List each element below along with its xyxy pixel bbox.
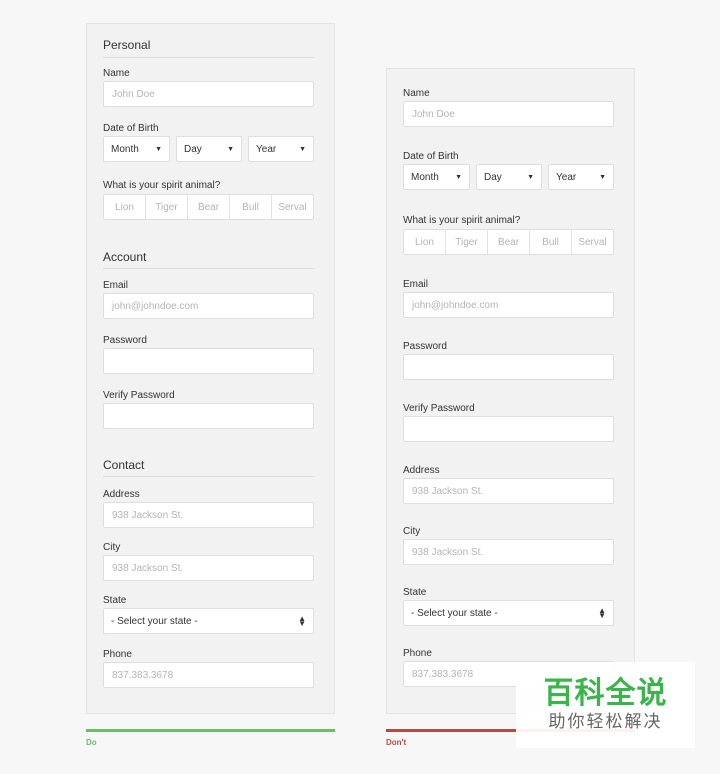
phone-label: Phone	[403, 648, 432, 659]
spirit-option-bull[interactable]: Bull	[530, 230, 572, 254]
up-down-arrows-icon: ▲ ▼	[298, 614, 306, 628]
address-input[interactable]: 938 Jackson St.	[103, 502, 314, 528]
spirit-animal-label: What is your spirit animal?	[403, 215, 521, 226]
state-select[interactable]: - Select your state - ▲ ▼	[403, 600, 614, 626]
email-input[interactable]: john@johndoe.com	[403, 292, 614, 318]
year-select[interactable]: Year ▼	[548, 164, 614, 190]
watermark-logo: 百科全说 助你轻松解决	[516, 662, 695, 748]
spirit-option-bear[interactable]: Bear	[488, 230, 530, 254]
address-input[interactable]: 938 Jackson St.	[403, 478, 614, 504]
section-title-personal: Personal	[103, 38, 151, 52]
phone-input[interactable]: 837.383.3678	[103, 662, 314, 688]
city-label: City	[103, 542, 121, 553]
do-caption: Do	[86, 738, 97, 747]
watermark-logo-text: 百科全说	[543, 677, 668, 710]
name-input[interactable]: John Doe	[403, 101, 614, 127]
section-title-account: Account	[103, 250, 147, 264]
verify-password-label: Verify Password	[103, 390, 175, 401]
caret-down-icon: ▼	[599, 173, 606, 181]
dob-label: Date of Birth	[103, 123, 159, 134]
caret-down-icon: ▼	[527, 173, 534, 181]
section-divider	[103, 476, 314, 477]
state-select-value: - Select your state -	[411, 607, 498, 619]
name-label: Name	[103, 68, 130, 79]
month-select[interactable]: Month ▼	[403, 164, 470, 190]
verify-password-input[interactable]	[103, 403, 314, 429]
state-select[interactable]: - Select your state - ▲ ▼	[103, 608, 314, 634]
name-input[interactable]: John Doe	[103, 81, 314, 107]
year-select-value: Year	[556, 171, 577, 183]
verify-password-label: Verify Password	[403, 403, 475, 414]
phone-label: Phone	[103, 649, 132, 660]
month-select-value: Month	[411, 171, 439, 183]
email-label: Email	[103, 280, 129, 291]
do-indicator-bar	[86, 729, 335, 732]
spirit-option-bull[interactable]: Bull	[230, 195, 272, 219]
spirit-option-lion[interactable]: Lion	[104, 195, 146, 219]
spirit-option-tiger[interactable]: Tiger	[446, 230, 488, 254]
dob-label: Date of Birth	[403, 151, 459, 162]
caret-down-icon: ▼	[227, 145, 234, 153]
month-select[interactable]: Month ▼	[103, 136, 170, 162]
day-select[interactable]: Day ▼	[476, 164, 542, 190]
caret-down-icon: ▼	[455, 173, 462, 181]
state-label: State	[103, 595, 127, 606]
day-select-value: Day	[484, 171, 502, 183]
up-down-arrows-icon: ▲ ▼	[598, 606, 606, 620]
spirit-option-serval[interactable]: Serval	[572, 230, 613, 254]
email-input[interactable]: john@johndoe.com	[103, 293, 314, 319]
dont-caption: Don't	[386, 738, 407, 747]
day-select[interactable]: Day ▼	[176, 136, 242, 162]
section-divider	[103, 268, 314, 269]
address-label: Address	[403, 465, 440, 476]
password-label: Password	[103, 335, 147, 346]
state-select-value: - Select your state -	[111, 615, 198, 627]
caret-down-icon: ▼	[155, 145, 162, 153]
spirit-animal-segmented-control: Lion Tiger Bear Bull Serval	[103, 194, 314, 220]
state-label: State	[403, 587, 427, 598]
name-label: Name	[403, 88, 430, 99]
city-input[interactable]: 938 Jackson St.	[403, 539, 614, 565]
watermark-tagline: 助你轻松解决	[548, 712, 663, 731]
spirit-animal-label: What is your spirit animal?	[103, 180, 221, 191]
section-divider	[103, 57, 314, 58]
password-input[interactable]	[403, 354, 614, 380]
verify-password-input[interactable]	[403, 416, 614, 442]
day-select-value: Day	[184, 143, 202, 155]
spirit-option-bear[interactable]: Bear	[188, 195, 230, 219]
city-input[interactable]: 938 Jackson St.	[103, 555, 314, 581]
password-label: Password	[403, 341, 447, 352]
year-select[interactable]: Year ▼	[248, 136, 314, 162]
spirit-option-tiger[interactable]: Tiger	[146, 195, 188, 219]
section-title-contact: Contact	[103, 458, 145, 472]
year-select-value: Year	[256, 143, 277, 155]
spirit-option-serval[interactable]: Serval	[272, 195, 313, 219]
spirit-animal-segmented-control: Lion Tiger Bear Bull Serval	[403, 229, 614, 255]
email-label: Email	[403, 279, 429, 290]
password-input[interactable]	[103, 348, 314, 374]
city-label: City	[403, 526, 421, 537]
caret-down-icon: ▼	[299, 145, 306, 153]
address-label: Address	[103, 489, 140, 500]
month-select-value: Month	[111, 143, 139, 155]
spirit-option-lion[interactable]: Lion	[404, 230, 446, 254]
